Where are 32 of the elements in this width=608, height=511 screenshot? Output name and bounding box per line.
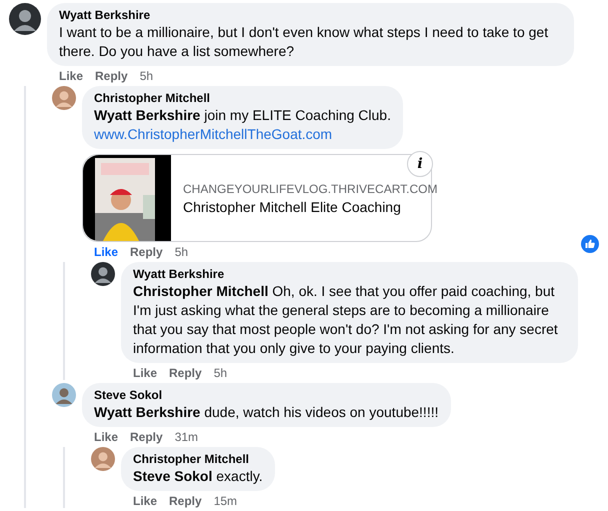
info-button[interactable]: i (407, 151, 433, 177)
comment-text: I want to be a millionaire, but I don't even know what steps I need to take to get there. Do you have a list somewhere? (59, 23, 550, 61)
author-name[interactable]: Wyatt Berkshire (133, 267, 566, 282)
timestamp: 5h (214, 366, 228, 380)
like-link[interactable]: Like (133, 366, 158, 380)
comment-text: Wyatt Berkshire dude, watch his videos on youtube!!!!! (94, 403, 438, 422)
reply-link[interactable]: Reply (169, 366, 202, 380)
timestamp: 5h (174, 245, 188, 259)
reply-link[interactable]: Reply (130, 245, 163, 259)
timestamp: 5h (140, 69, 154, 83)
link-title: Christopher Mitchell Elite Coaching (183, 198, 402, 214)
comment-text: Wyatt Berkshire join my ELITE Coaching Club. (94, 106, 391, 125)
comment-text: Steve Sokol exactly. (133, 467, 263, 486)
avatar[interactable] (9, 3, 41, 35)
avatar[interactable] (91, 262, 115, 286)
timestamp: 31m (174, 430, 198, 444)
author-name[interactable]: Christopher Mitchell (94, 91, 391, 106)
like-link[interactable]: Like (59, 69, 84, 83)
author-name[interactable]: Wyatt Berkshire (59, 8, 562, 23)
timestamp: 15m (214, 494, 238, 508)
author-name[interactable]: Steve Sokol (94, 388, 438, 403)
like-link[interactable]: Like (94, 245, 118, 259)
author-name[interactable]: Christopher Mitchell (133, 452, 263, 467)
reply-link[interactable]: Reply (130, 430, 163, 444)
thumbs-up-icon[interactable] (581, 235, 599, 253)
comment-text: Christopher Mitchell Oh, ok. I see that you offer paid coaching, but I'm just asking what the general steps are to becoming a millionaire that you say that most people won't do? I'm not asking for any secret information that you only give to your paying clients. (133, 282, 559, 358)
like-link[interactable]: Like (133, 494, 158, 508)
link-domain: CHANGEYOURLIFEVLOG.THRIVECART.COM (183, 182, 438, 196)
like-link[interactable]: Like (94, 430, 118, 444)
reply-link[interactable]: Reply (95, 69, 128, 83)
reply-link[interactable]: Reply (169, 494, 202, 508)
website-link[interactable]: www.ChristopherMitchellTheGoat.com (94, 125, 391, 144)
